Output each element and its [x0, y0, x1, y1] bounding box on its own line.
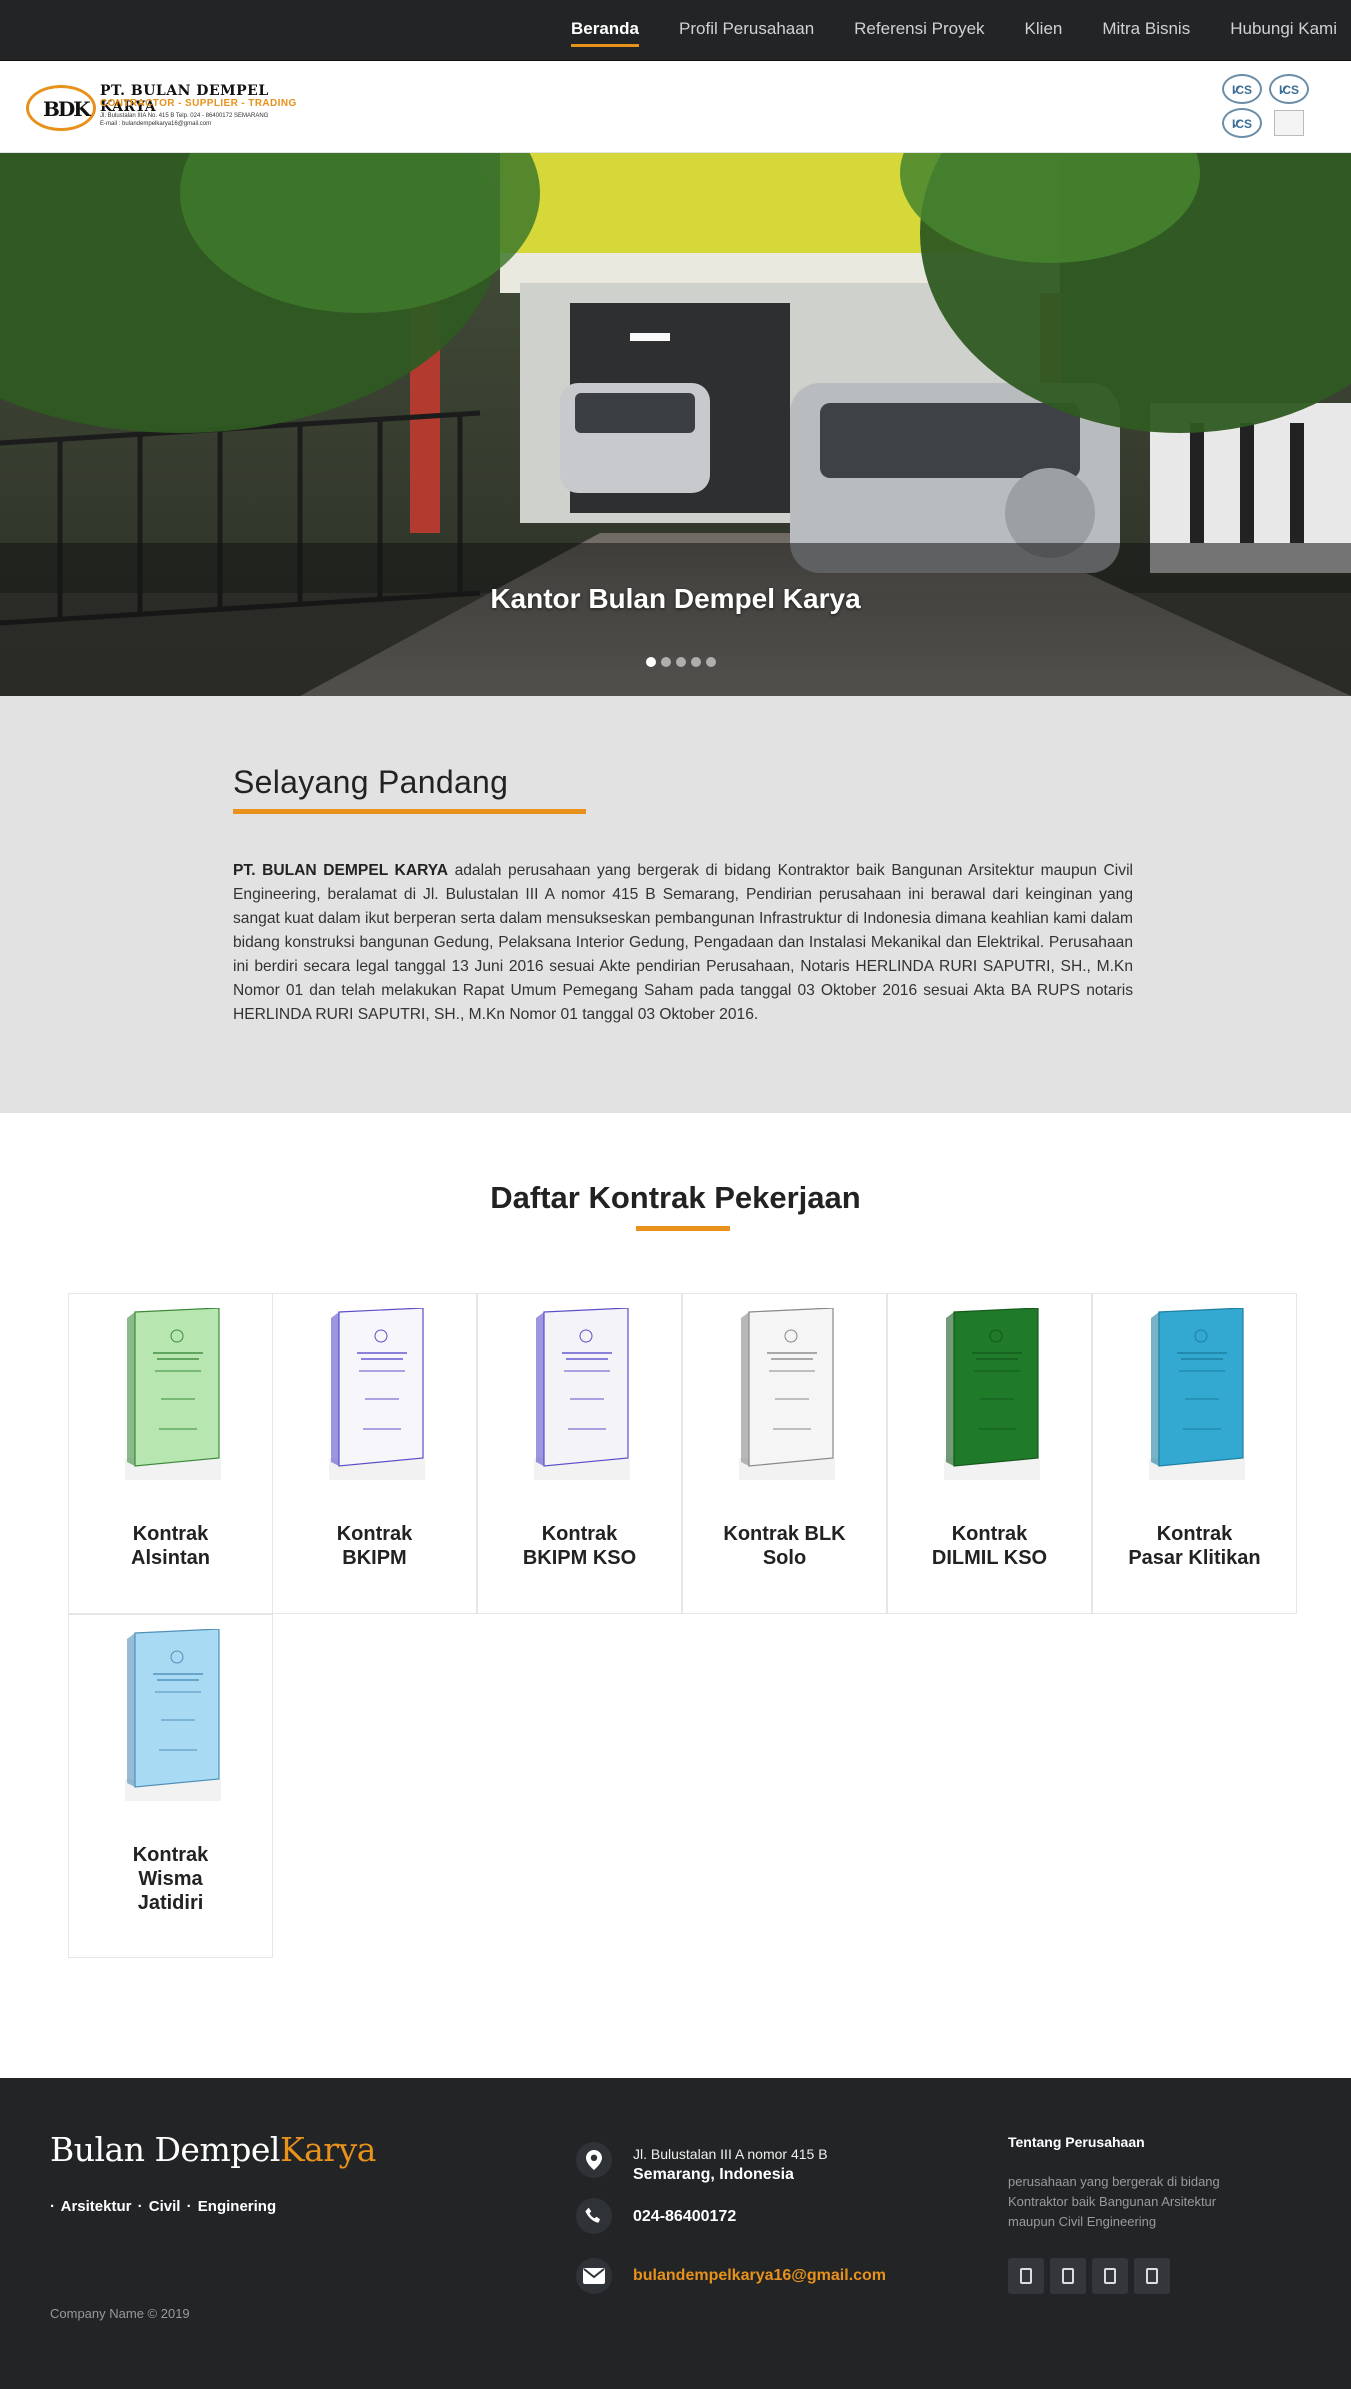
social-icon-4[interactable]: [1134, 2258, 1170, 2294]
footer-about-title: Tentang Perusahaan: [1008, 2134, 1145, 2150]
certificate-document-icon: [1274, 110, 1304, 136]
hero-caption: Kantor Bulan Dempel Karya: [490, 583, 861, 614]
contract-book-cover: [329, 1308, 425, 1480]
carousel-indicators: [646, 657, 716, 667]
logo-tagline: CONTRACTOR - SUPPLIER - TRADING: [100, 98, 297, 109]
contract-label-line: Kontrak: [132, 1523, 209, 1545]
contract-book-cover: [125, 1629, 221, 1801]
contract-card-label: Kontrak BKIPM: [283, 1522, 466, 1570]
contract-label-line: Kontrak: [1156, 1523, 1233, 1545]
nav-item-referensi-proyek[interactable]: Referensi Proyek: [854, 15, 984, 43]
logo-address: Jl. Bulustalan IIIA No. 415 B Telp. 024 …: [100, 113, 269, 119]
contract-book-cover: [1149, 1308, 1245, 1480]
contract-book-cover: [125, 1308, 221, 1480]
contract-card[interactable]: Kontrak BLK Solo: [682, 1293, 887, 1614]
logo-emblem: BDK: [26, 85, 96, 131]
footer-brand: Bulan DempelKarya: [50, 2130, 376, 2169]
social-icon-3[interactable]: [1092, 2258, 1128, 2294]
contract-label-line: BKIPM KSO: [522, 1547, 637, 1569]
contract-label-line: Kontrak BLK: [723, 1523, 846, 1545]
contract-label-line: Kontrak: [132, 1844, 209, 1866]
contract-label-line: Alsintan: [131, 1547, 210, 1569]
ics-certification-badge: ✓ ICS: [1269, 74, 1309, 104]
contract-book-cover: [944, 1308, 1040, 1480]
contract-label-line: Kontrak: [951, 1523, 1028, 1545]
footer-address-line1: Jl. Bulustalan III A nomor 415 B: [633, 2146, 828, 2162]
footer-address-line2: Semarang, Indonesia: [633, 2166, 794, 2183]
carousel-dot-5[interactable]: [706, 657, 716, 667]
social-icon-1[interactable]: [1008, 2258, 1044, 2294]
contracts-title-underline: [636, 1226, 730, 1231]
contract-card-label: Kontrak Alsintan: [79, 1522, 262, 1570]
about-paragraph: PT. BULAN DEMPEL KARYA adalah perusahaan…: [233, 859, 1133, 1027]
about-company-name: PT. BULAN DEMPEL KARYA: [233, 862, 448, 879]
company-logo[interactable]: BDK PT. BULAN DEMPEL KARYA CONTRACTOR - …: [26, 83, 301, 135]
contract-label-line: DILMIL KSO: [931, 1547, 1048, 1569]
contract-label-line: Kontrak: [336, 1523, 413, 1545]
contract-card-label: Kontrak BKIPM KSO: [488, 1522, 671, 1570]
contracts-title: Daftar Kontrak Pekerjaan: [490, 1180, 861, 1215]
ics-certification-badge: ✓ ICS: [1222, 108, 1262, 138]
nav-item-profil-perusahaan[interactable]: Profil Perusahaan: [679, 15, 814, 43]
footer: Bulan DempelKarya · Arsitektur · Civil ·…: [0, 2078, 1351, 2389]
hero-carousel[interactable]: Kantor Bulan Dempel Karya: [0, 153, 1351, 696]
envelope-icon: [576, 2258, 612, 2294]
ics-certification-badge: ✓ ICS: [1222, 74, 1262, 104]
social-icon-2[interactable]: [1050, 2258, 1086, 2294]
contract-book-cover: [739, 1308, 835, 1480]
nav-item-mitra-bisnis[interactable]: Mitra Bisnis: [1102, 15, 1190, 43]
about-section: Selayang Pandang PT. BULAN DEMPEL KARYA …: [0, 696, 1351, 1113]
top-navbar: Beranda Profil Perusahaan Referensi Proy…: [0, 0, 1351, 61]
about-body: adalah perusahaan yang bergerak di bidan…: [233, 862, 1133, 1023]
contract-card-label: Kontrak DILMIL KSO: [898, 1522, 1081, 1570]
carousel-dot-1[interactable]: [646, 657, 656, 667]
nav-item-beranda[interactable]: Beranda: [570, 15, 640, 47]
certification-badges: ✓ ICS ✓ ICS ✓ ICS: [1222, 74, 1312, 142]
footer-copyright: Company Name © 2019: [50, 2306, 190, 2321]
contract-label-line: Kontrak: [541, 1523, 618, 1545]
contract-book-cover: [534, 1308, 630, 1480]
contract-label-line: Jatidiri: [137, 1892, 204, 1914]
contract-label-line: BKIPM: [342, 1547, 407, 1569]
carousel-dot-2[interactable]: [661, 657, 671, 667]
about-title: Selayang Pandang: [233, 764, 509, 800]
contract-card-label: Kontrak Wisma Jatidiri: [79, 1843, 262, 1915]
contract-card[interactable]: Kontrak BKIPM: [272, 1293, 477, 1614]
hero-caption-band: [0, 543, 1351, 696]
logo-email: E-mail : bulandempelkarya16@gmail.com: [100, 121, 212, 127]
contract-card-label: Kontrak BLK Solo: [693, 1522, 876, 1570]
contract-card[interactable]: Kontrak BKIPM KSO: [477, 1293, 682, 1614]
carousel-dot-4[interactable]: [691, 657, 701, 667]
footer-tagline: · Arsitektur · Civil · Enginering: [50, 2198, 277, 2215]
contract-label-line: Wisma: [138, 1868, 203, 1890]
contract-label-line: Solo: [762, 1547, 807, 1569]
nav-item-hubungi-kami[interactable]: Hubungi Kami: [1230, 15, 1337, 43]
about-title-underline: [233, 809, 586, 814]
contract-card[interactable]: Kontrak Wisma Jatidiri: [68, 1614, 273, 1958]
nav-menu: Beranda Profil Perusahaan Referensi Proy…: [531, 0, 1337, 58]
contract-card[interactable]: Kontrak Alsintan: [68, 1293, 273, 1614]
location-pin-icon: [576, 2142, 612, 2178]
nav-item-klien[interactable]: Klien: [1025, 15, 1063, 43]
contract-card[interactable]: Kontrak Pasar Klitikan: [1092, 1293, 1297, 1614]
footer-email-link[interactable]: bulandempelkarya16@gmail.com: [633, 2267, 886, 2285]
contract-card[interactable]: Kontrak DILMIL KSO: [887, 1293, 1092, 1614]
contract-card-label: Kontrak Pasar Klitikan: [1103, 1522, 1286, 1570]
footer-about-text: perusahaan yang bergerak di bidang Kontr…: [1008, 2174, 1220, 2229]
contract-label-line: Pasar Klitikan: [1128, 1547, 1261, 1569]
footer-phone: 024-86400172: [633, 2208, 737, 2225]
phone-icon: [576, 2198, 612, 2234]
carousel-dot-3[interactable]: [676, 657, 686, 667]
